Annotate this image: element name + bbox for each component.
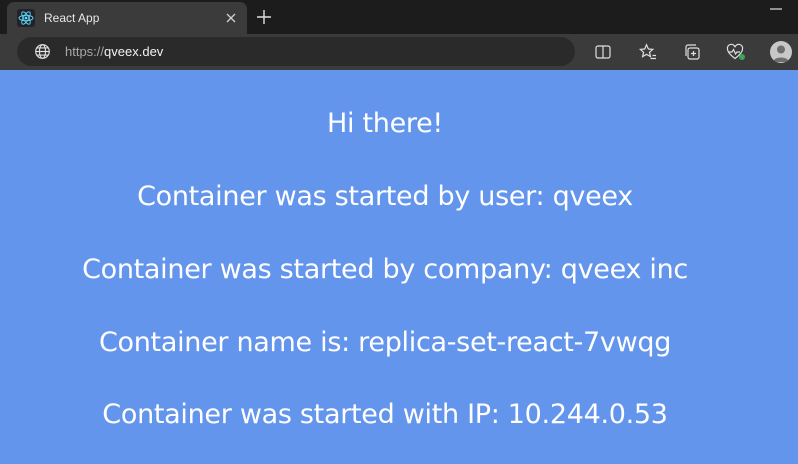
user-line: Container was started by user: qveex (137, 181, 633, 212)
profile-avatar-icon[interactable] (770, 41, 792, 63)
favorites-star-icon[interactable] (636, 40, 660, 64)
globe-icon[interactable] (33, 43, 51, 61)
company-line: Container was started by company: qveex … (82, 254, 688, 285)
close-icon[interactable] (221, 8, 241, 28)
tab-title: React App (44, 11, 100, 25)
minimize-icon[interactable] (766, 2, 786, 16)
address-bar[interactable]: https://qveex.dev (17, 37, 575, 66)
heart-pulse-icon[interactable] (724, 40, 748, 64)
collections-icon[interactable] (680, 40, 704, 64)
url-scheme: https:// (65, 44, 105, 59)
page-content: Hi there! Container was started by user:… (0, 70, 798, 464)
url-host: qveex.dev (104, 44, 164, 59)
split-screen-icon[interactable] (591, 40, 615, 64)
react-logo-icon (17, 9, 35, 27)
browser-tab[interactable]: React App (7, 2, 247, 34)
plus-icon[interactable] (254, 7, 274, 27)
greeting-text: Hi there! (327, 108, 443, 139)
url-text[interactable]: https://qveex.dev (65, 44, 163, 59)
tab-strip: React App (0, 0, 798, 34)
browser-toolbar: https://qveex.dev (0, 34, 798, 70)
container-name-line: Container name is: replica-set-react-7vw… (98, 327, 672, 358)
ip-line: Container was started with IP: 10.244.0.… (102, 399, 668, 430)
